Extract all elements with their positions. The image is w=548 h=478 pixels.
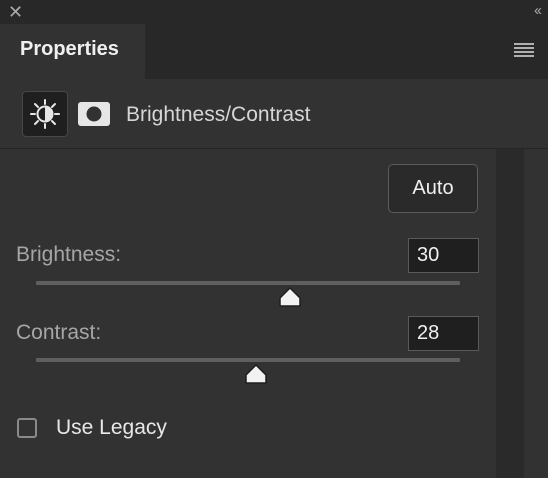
close-icon[interactable]: ✕ — [8, 3, 26, 21]
panel-title-bar: ✕ ‹‹ — [0, 0, 548, 24]
adjustment-title: Brightness/Contrast — [126, 103, 311, 126]
use-legacy-checkbox[interactable] — [17, 418, 37, 438]
brightness-slider-thumb[interactable] — [278, 286, 302, 308]
vertical-scrollbar[interactable] — [496, 149, 524, 478]
adjustment-properties-button[interactable] — [22, 91, 68, 137]
contrast-label: Contrast: — [16, 321, 102, 344]
panel-right-edge — [524, 149, 548, 478]
layer-mask-icon[interactable] — [77, 101, 111, 127]
auto-button[interactable]: Auto — [388, 164, 478, 213]
contrast-slider-track[interactable] — [36, 358, 460, 362]
brightness-label: Brightness: — [16, 243, 122, 266]
panel-tab-row: Properties — [0, 24, 548, 79]
collapse-panel-icon[interactable]: ‹‹ — [534, 2, 542, 19]
properties-panel: ✕ ‹‹ Properties Brightness/Contrast Auto… — [0, 0, 548, 478]
tab-label: Properties — [20, 38, 119, 60]
contrast-slider-thumb[interactable] — [244, 363, 268, 385]
contrast-value-field[interactable]: 28 — [408, 316, 479, 351]
brightness-value-field[interactable]: 30 — [408, 238, 479, 273]
brightness-contrast-icon — [30, 99, 60, 129]
use-legacy-label[interactable]: Use Legacy — [56, 416, 167, 440]
hamburger-icon[interactable] — [514, 43, 534, 57]
tab-properties[interactable]: Properties — [0, 24, 145, 79]
brightness-slider-track[interactable] — [36, 281, 460, 285]
adjustment-controls: Auto Brightness: 30 Contrast: 28 Use Leg… — [0, 149, 495, 478]
adjustment-header: Brightness/Contrast — [0, 79, 548, 149]
